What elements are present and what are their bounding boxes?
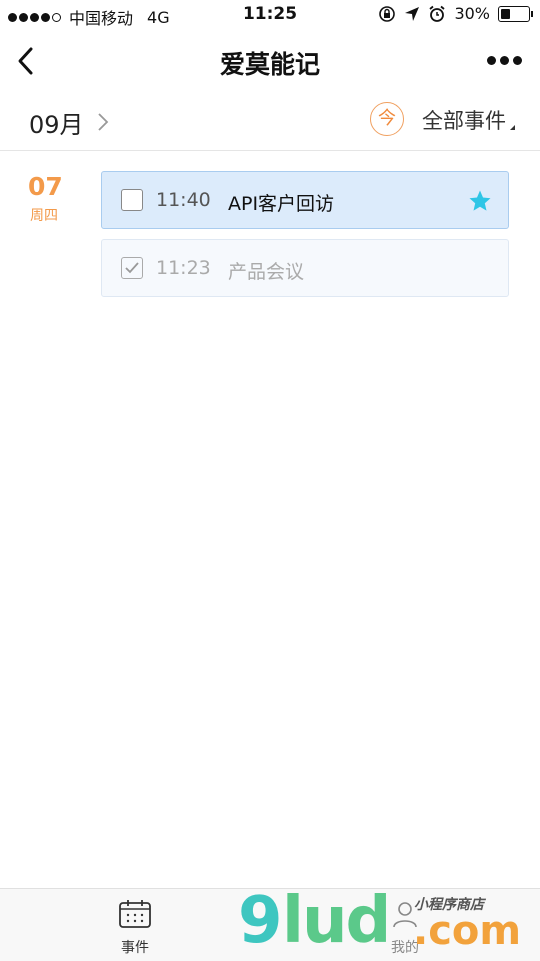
today-button[interactable]: 今 [370, 102, 404, 136]
page-title: 爱莫能记 [219, 50, 320, 79]
orientation-lock-icon [379, 5, 396, 22]
battery-percent: 30% [454, 4, 490, 23]
watermark: 9 lud .com 小程序商店 [238, 884, 522, 958]
event-checkbox-checked[interactable] [121, 257, 143, 279]
event-filter-dropdown[interactable]: 全部事件 [422, 105, 506, 135]
event-time: 11:23 [156, 257, 211, 279]
day-weekday: 周四 [30, 208, 58, 224]
day-date: 07 [28, 172, 63, 201]
check-icon [125, 262, 139, 274]
battery-icon [498, 5, 533, 22]
tab-events[interactable]: 事件 [95, 899, 175, 957]
event-card[interactable]: 11:40 API客户回访 [101, 171, 509, 229]
status-bar: 中国移动 4G 11:25 30% [0, 0, 540, 30]
location-arrow-icon [405, 6, 420, 21]
more-icon[interactable] [487, 56, 522, 65]
event-checkbox[interactable] [121, 189, 143, 211]
month-selector[interactable]: 09月 [29, 105, 84, 140]
calendar-icon [119, 900, 151, 928]
star-icon[interactable] [468, 189, 492, 213]
nav-bar: 爱莫能记 [0, 30, 540, 92]
tab-label: 事件 [121, 940, 149, 956]
chevron-right-icon[interactable] [97, 112, 109, 132]
alarm-icon [429, 5, 446, 22]
event-time: 11:40 [156, 189, 211, 211]
event-title: 产品会议 [228, 261, 305, 283]
month-bar: 09月 今 全部事件 [0, 92, 540, 151]
event-title: API客户回访 [228, 193, 335, 215]
dropdown-caret-icon[interactable] [510, 125, 515, 130]
event-card[interactable]: 11:23 产品会议 [101, 239, 509, 297]
watermark-tagline: 小程序商店 [414, 897, 484, 913]
